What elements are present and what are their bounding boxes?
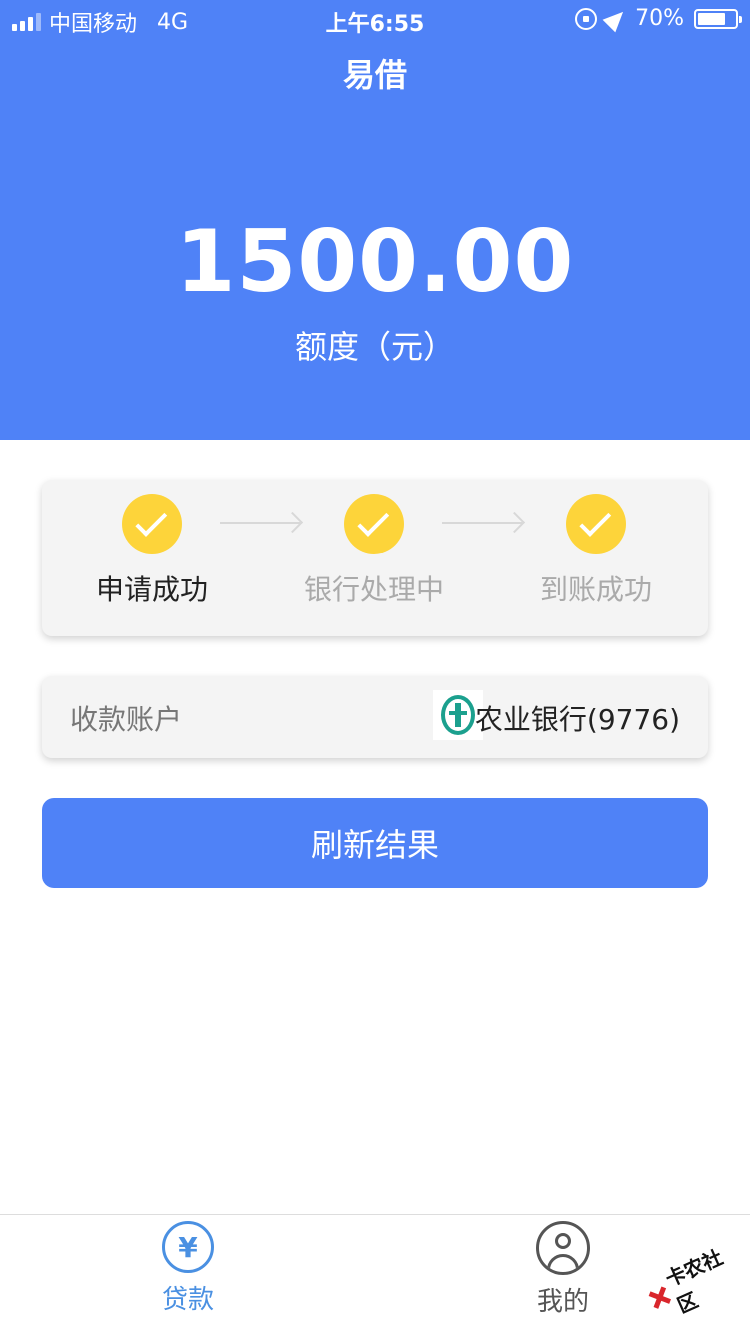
- check-circle-icon: [344, 494, 404, 554]
- step-bank-processing: 银行处理中: [274, 494, 474, 608]
- tab-mine[interactable]: 我的: [503, 1221, 623, 1318]
- battery-percent: 70%: [635, 6, 684, 31]
- progress-card: 申请成功 银行处理中 到账成功: [42, 480, 708, 636]
- app-screen: 中国移动 4G 上午6:55 70% 易借 1500.00 额度（元） 申请成功…: [0, 0, 750, 1334]
- refresh-result-button[interactable]: 刷新结果: [42, 798, 708, 888]
- check-circle-icon: [122, 494, 182, 554]
- header-banner: 中国移动 4G 上午6:55 70% 易借 1500.00 额度（元）: [0, 0, 750, 440]
- tab-label: 贷款: [161, 1285, 214, 1315]
- step-apply-success: 申请成功: [52, 494, 252, 608]
- step-label: 银行处理中: [303, 573, 444, 606]
- yuan-icon: ¥: [162, 1221, 214, 1273]
- battery-icon: [694, 8, 742, 29]
- page-title: 易借: [342, 56, 407, 94]
- check-circle-icon: [566, 494, 626, 554]
- step-funds-arrived: 到账成功: [496, 494, 696, 608]
- orientation-lock-icon: [575, 7, 598, 30]
- credit-amount-label: 额度（元）: [294, 328, 455, 366]
- credit-amount: 1500.00: [175, 212, 575, 312]
- user-icon: [536, 1221, 590, 1275]
- receiving-account-label: 收款账户: [70, 703, 183, 736]
- status-bar: 中国移动 4G 上午6:55 70%: [0, 0, 750, 40]
- tab-label: 我的: [536, 1287, 589, 1317]
- step-label: 申请成功: [95, 573, 208, 606]
- bank-account-name: 农业银行(9776): [474, 703, 680, 736]
- tab-loan[interactable]: ¥ 贷款: [128, 1221, 248, 1316]
- step-label: 到账成功: [539, 573, 652, 606]
- location-icon: [602, 5, 630, 32]
- receiving-account-row[interactable]: 收款账户 农业银行(9776): [42, 676, 708, 758]
- status-right: 70%: [575, 5, 742, 32]
- tab-bar: ¥ 贷款 我的: [0, 1214, 750, 1334]
